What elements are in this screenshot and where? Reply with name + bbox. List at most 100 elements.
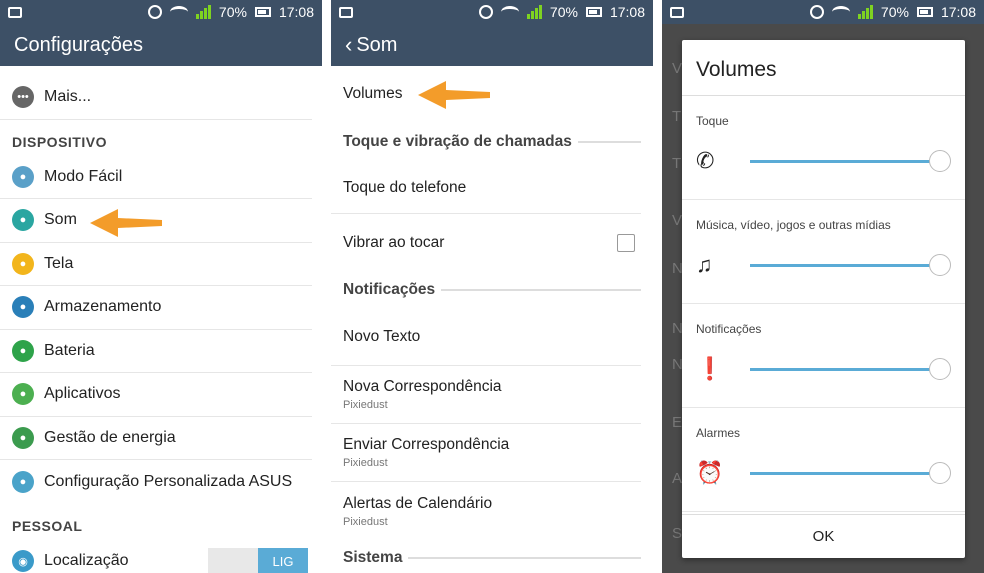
- volume-slider[interactable]: [750, 149, 951, 172]
- item-label: Toque do telefone: [343, 178, 467, 196]
- settings-item-label: Som: [44, 211, 77, 229]
- dialog-title: Volumes: [682, 40, 965, 96]
- slider-thumb[interactable]: [929, 149, 951, 172]
- alarm-icon: [809, 5, 824, 19]
- volume-slider[interactable]: [750, 461, 951, 484]
- settings-item-location[interactable]: ◉ Localização LIG: [0, 540, 312, 573]
- item-label: Alertas de Calendário: [343, 494, 493, 512]
- settings-item[interactable]: ● Gestão de energia: [0, 417, 312, 460]
- item-label: Volumes: [343, 85, 403, 102]
- clock: 17:08: [609, 4, 645, 20]
- item-label: Novo Texto: [343, 327, 421, 345]
- sound-icon: ●: [12, 209, 34, 232]
- vibrate-on-touch-item[interactable]: Vibrar ao tocar: [331, 214, 641, 272]
- settings-item-label: Localização: [44, 552, 129, 570]
- image-notification-icon: [339, 6, 353, 18]
- settings-item-label: Tela: [44, 254, 74, 272]
- section-header-system: Sistema: [331, 540, 641, 573]
- volume-control: Alarmes ⏰: [682, 408, 965, 512]
- battery-status-icon: [585, 7, 602, 17]
- music-note-icon: ♫: [696, 252, 713, 277]
- settings-item[interactable]: ● Tela: [0, 243, 312, 286]
- signal-icon: [195, 5, 211, 19]
- alarm-icon: [147, 5, 162, 19]
- volumes-panel: 70% 17:08 VTTVNNNEASistema Volumes Toque…: [662, 0, 984, 573]
- battery-icon: ●: [12, 339, 34, 362]
- volume-slider[interactable]: [750, 253, 951, 276]
- section-header-device: DISPOSITIVO: [12, 133, 107, 150]
- settings-item-label: Bateria: [44, 341, 95, 359]
- signal-icon: [526, 5, 542, 19]
- item-label: Enviar Correspondência: [343, 436, 510, 453]
- more-icon: •••: [12, 86, 34, 109]
- page-title: Som: [356, 33, 398, 56]
- image-notification-icon: [670, 6, 684, 18]
- settings-item[interactable]: ● Aplicativos: [0, 373, 312, 417]
- slider-thumb[interactable]: [929, 461, 951, 484]
- new-mail-item[interactable]: Nova Correspondência Pixiedust: [331, 366, 641, 424]
- battery-percent: 70%: [218, 4, 247, 20]
- highlight-arrow: [90, 209, 162, 237]
- settings-item-label: Aplicativos: [44, 385, 121, 403]
- clock: 17:08: [940, 4, 976, 20]
- background-item-peek: T: [672, 108, 682, 125]
- item-sublabel: Pixiedust: [343, 457, 388, 469]
- settings-item[interactable]: ● Armazenamento: [0, 286, 312, 330]
- volume-slider[interactable]: [750, 357, 951, 380]
- slider-thumb[interactable]: [929, 357, 951, 380]
- page-title: Configurações: [14, 33, 143, 56]
- section-header-notifications: Notificações: [331, 272, 641, 308]
- settings-item-label: Armazenamento: [44, 298, 162, 316]
- ringtone-icon: ✆: [696, 148, 715, 173]
- background-item-peek: E: [672, 414, 683, 431]
- image-notification-icon: [8, 6, 22, 18]
- section-header-calls: Toque e vibração de chamadas: [331, 122, 641, 162]
- settings-item-label: Gestão de energia: [44, 428, 176, 446]
- section-label: Sistema: [343, 549, 403, 566]
- section-label: Toque e vibração de chamadas: [343, 133, 572, 150]
- volume-label: Alarmes: [696, 426, 741, 440]
- settings-item-more[interactable]: ••• Mais...: [0, 76, 312, 120]
- status-bar: 70% 17:08: [331, 0, 653, 24]
- settings-item[interactable]: ● Bateria: [0, 330, 312, 373]
- volume-label: Notificações: [696, 322, 762, 336]
- status-bar: 70% 17:08: [662, 0, 984, 24]
- slider-thumb[interactable]: [929, 253, 951, 276]
- asus-custom-icon: ●: [12, 470, 34, 493]
- location-toggle[interactable]: LIG: [208, 548, 308, 573]
- battery-percent: 70%: [549, 4, 578, 20]
- background-item-peek: V: [672, 60, 683, 77]
- power-management-icon: ●: [12, 426, 34, 449]
- send-mail-item[interactable]: Enviar Correspondência Pixiedust: [331, 424, 641, 482]
- clock: 17:08: [278, 4, 314, 20]
- volume-control: Notificações ❗: [682, 304, 965, 408]
- toggle-state: LIG: [258, 548, 308, 573]
- background-item-peek: T: [672, 155, 682, 172]
- volume-control: Música, vídeo, jogos e outras mídias ♫: [682, 200, 965, 304]
- section-header-personal: PESSOAL: [12, 517, 83, 534]
- volumes-dialog: Volumes Toque ✆ Música, vídeo, jogos e out…: [682, 40, 965, 558]
- alarm-icon: [478, 5, 493, 19]
- new-text-item[interactable]: Novo Texto: [331, 308, 641, 366]
- phone-ringtone-item[interactable]: Toque do telefone: [331, 162, 641, 214]
- background-item-peek: V: [672, 212, 683, 229]
- settings-panel: 70% 17:08 Configurações ••• Mais... DISP…: [0, 0, 322, 573]
- notification-icon: ❗: [696, 356, 724, 381]
- section-label: Notificações: [343, 281, 436, 298]
- volume-label: Toque: [696, 114, 729, 128]
- back-chevron-icon[interactable]: ‹: [345, 32, 352, 58]
- alarm-clock-icon: ⏰: [696, 460, 724, 485]
- battery-status-icon: [254, 7, 271, 17]
- item-sublabel: Pixiedust: [343, 399, 388, 411]
- settings-item[interactable]: ● Modo Fácil: [0, 156, 312, 199]
- easy-mode-icon: ●: [12, 165, 34, 188]
- settings-item-label: Modo Fácil: [44, 167, 123, 185]
- settings-item-label: Mais...: [44, 88, 92, 106]
- vibrate-checkbox[interactable]: [617, 234, 635, 252]
- settings-item[interactable]: ● Configuração Personalizada ASUS: [0, 460, 312, 504]
- wifi-icon: [831, 6, 850, 18]
- battery-percent: 70%: [880, 4, 909, 20]
- wifi-icon: [169, 6, 188, 18]
- ok-button[interactable]: OK: [682, 514, 965, 558]
- calendar-alerts-item[interactable]: Alertas de Calendário Pixiedust: [331, 482, 641, 540]
